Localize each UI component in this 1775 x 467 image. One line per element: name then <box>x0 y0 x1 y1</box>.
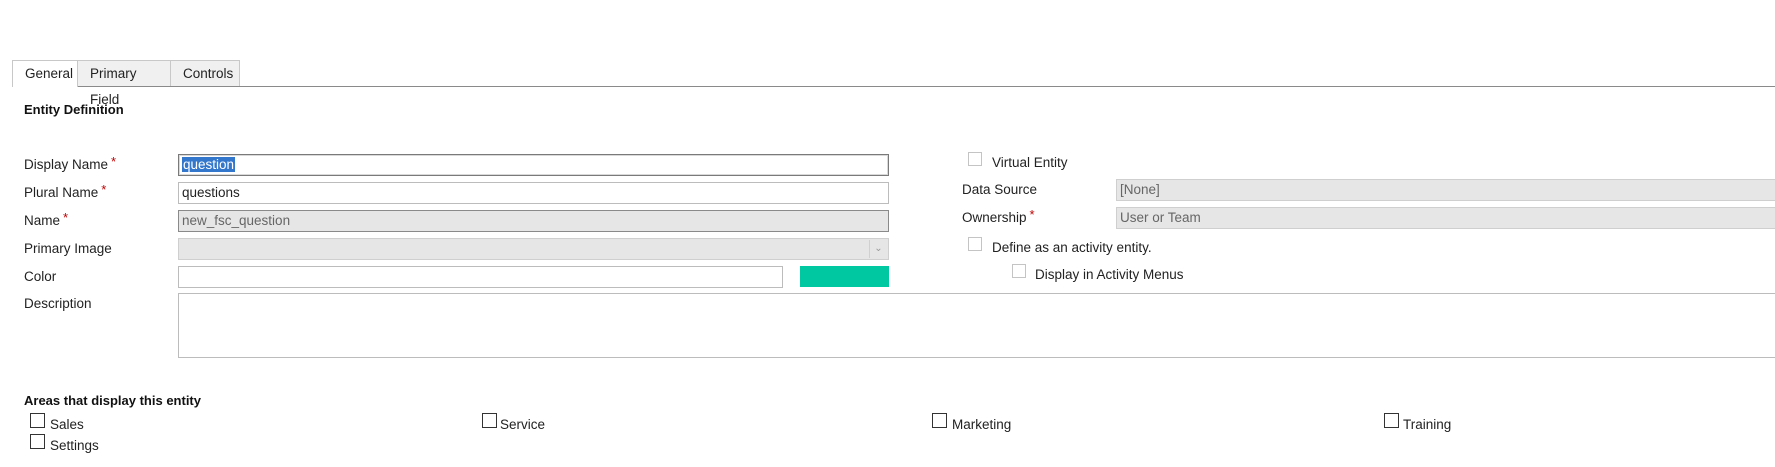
plural-name-value: questions <box>182 185 240 200</box>
area-settings-label: Settings <box>50 438 99 453</box>
ownership-value: User or Team <box>1120 210 1201 225</box>
tab-general[interactable]: General <box>12 60 78 87</box>
area-sales-checkbox[interactable] <box>30 413 45 428</box>
activity-menus-checkbox[interactable] <box>1012 264 1026 278</box>
required-asterisk: * <box>1029 207 1035 222</box>
area-sales-label: Sales <box>50 417 84 432</box>
area-marketing-label: Marketing <box>952 417 1012 432</box>
section-title-areas: Areas that display this entity <box>24 393 201 408</box>
ownership-select: User or Team <box>1116 207 1775 229</box>
primary-image-label: Primary Image <box>24 241 112 256</box>
activity-entity-checkbox[interactable] <box>968 237 982 251</box>
name-input: new_fsc_question <box>178 210 889 232</box>
color-input[interactable] <box>178 266 783 288</box>
required-asterisk: * <box>111 154 117 169</box>
name-value: new_fsc_question <box>182 213 291 228</box>
display-name-input[interactable]: question <box>178 154 889 176</box>
chevron-down-icon: ⌄ <box>869 240 887 258</box>
color-swatch[interactable] <box>800 266 889 287</box>
tab-controls[interactable]: Controls <box>170 60 240 86</box>
display-name-label: Display Name * <box>24 154 117 172</box>
area-service-label: Service <box>500 417 546 432</box>
ownership-label-text: Ownership <box>962 210 1027 225</box>
area-marketing-checkbox[interactable] <box>932 413 947 428</box>
area-service-checkbox[interactable] <box>482 413 497 428</box>
virtual-entity-label: Virtual Entity <box>992 155 1068 170</box>
description-textarea[interactable] <box>178 293 1775 358</box>
display-name-label-text: Display Name <box>24 157 109 172</box>
tab-primary-field[interactable]: Primary Field <box>77 60 171 107</box>
data-source-select: [None] <box>1116 179 1775 201</box>
required-asterisk: * <box>101 182 107 197</box>
area-settings-checkbox[interactable] <box>30 434 45 449</box>
activity-entity-label: Define as an activity entity. <box>992 240 1152 255</box>
plural-name-input[interactable]: questions <box>178 182 889 204</box>
activity-menus-label: Display in Activity Menus <box>1035 267 1184 282</box>
description-label: Description <box>24 296 92 311</box>
primary-image-select: ⌄ <box>178 238 889 260</box>
required-asterisk: * <box>63 210 69 225</box>
plural-name-label: Plural Name * <box>24 182 107 200</box>
section-title-entity-definition: Entity Definition <box>24 102 124 117</box>
name-label: Name * <box>24 210 69 228</box>
area-training-checkbox[interactable] <box>1384 413 1399 428</box>
display-name-value: question <box>182 157 236 172</box>
data-source-value: [None] <box>1120 182 1160 197</box>
ownership-label: Ownership * <box>962 207 1035 225</box>
tab-divider <box>12 86 1775 87</box>
plural-name-label-text: Plural Name <box>24 185 99 200</box>
data-source-label: Data Source <box>962 182 1038 197</box>
name-label-text: Name <box>24 213 61 228</box>
virtual-entity-checkbox[interactable] <box>968 152 982 166</box>
area-training-label: Training <box>1403 417 1452 432</box>
color-label: Color <box>24 269 57 284</box>
